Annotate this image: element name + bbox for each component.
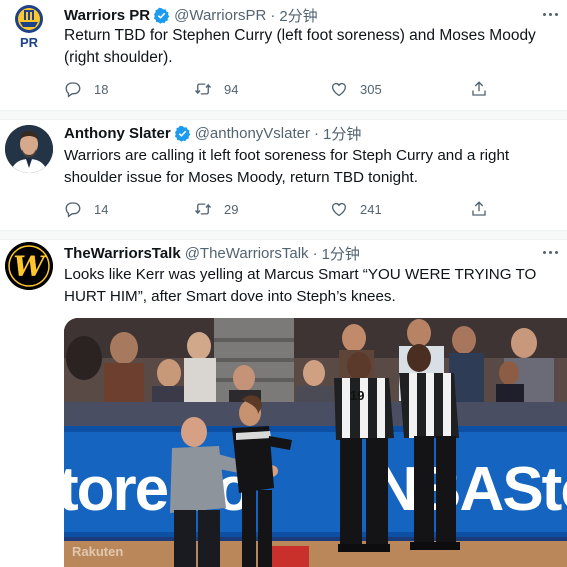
retweet-icon <box>194 203 212 215</box>
retweet-button[interactable]: 29 <box>194 199 238 219</box>
tweet-divider <box>0 230 567 240</box>
referee-jersey-number: 19 <box>350 388 364 403</box>
more-icon[interactable] <box>543 248 561 258</box>
like-count: 241 <box>360 201 382 217</box>
tweet-divider <box>0 110 567 120</box>
more-icon[interactable] <box>543 10 561 20</box>
dot-separator: · <box>270 6 276 24</box>
author-handle[interactable]: @TheWarriorsTalk <box>185 245 309 262</box>
person-avatar-icon <box>5 125 53 173</box>
reply-count: 18 <box>94 81 109 97</box>
avatar-anthony-slater[interactable] <box>5 125 53 173</box>
dot-separator: · <box>312 244 318 262</box>
tweet-text: Looks like Kerr was yelling at Marcus Sm… <box>64 266 537 305</box>
reply-count: 14 <box>94 201 109 217</box>
dot-separator: · <box>313 124 319 142</box>
like-button[interactable]: 241 <box>330 199 382 219</box>
tweet-anthony-slater[interactable]: Anthony Slater @anthonyVslater · 1分钟 War… <box>0 120 567 230</box>
author-handle[interactable]: @anthonyVslater <box>195 125 310 142</box>
author-name[interactable]: Warriors PR <box>64 7 150 24</box>
tweet-time[interactable]: 1分钟 <box>322 243 360 264</box>
avatar-w-label: W <box>13 250 45 283</box>
avatar-thewarriorstalk[interactable]: W <box>5 242 53 290</box>
like-count: 305 <box>360 81 382 97</box>
like-icon <box>331 82 347 97</box>
author-name[interactable]: TheWarriorsTalk <box>64 245 181 262</box>
reply-icon <box>65 202 81 218</box>
tweet-media-image[interactable]: tore.co NBAStore. Rakuten 19 <box>64 318 567 567</box>
banner-right-text: NBAStore. <box>374 455 567 524</box>
author-name[interactable]: Anthony Slater <box>64 125 171 142</box>
reply-button[interactable]: 14 <box>64 199 108 219</box>
like-button[interactable]: 305 <box>330 79 382 99</box>
avatar-pr-label: PR <box>19 35 39 50</box>
tweet-text: Return TBD for Stephen Curry (left foot … <box>64 27 536 66</box>
tweet-time[interactable]: 1分钟 <box>323 123 361 144</box>
avatar-warriors-pr[interactable]: PR <box>5 2 53 50</box>
reply-button[interactable]: 18 <box>64 79 108 99</box>
author-handle[interactable]: @WarriorsPR <box>174 7 266 24</box>
tweet-text: Warriors are calling it left foot sorene… <box>64 147 510 186</box>
tweet-actions: 18 94 305 <box>64 79 504 99</box>
courtside-photo: tore.co NBAStore. Rakuten 19 <box>64 318 567 567</box>
tweet-actions: 14 29 241 <box>64 199 504 219</box>
retweet-count: 29 <box>224 201 239 217</box>
reply-icon <box>65 82 81 98</box>
retweet-count: 94 <box>224 81 239 97</box>
retweet-button[interactable]: 94 <box>194 79 238 99</box>
court-sponsor-text: Rakuten <box>72 544 123 559</box>
share-icon <box>472 201 486 216</box>
tweet-warriors-pr[interactable]: PR Warriors PR @WarriorsPR · 2分钟 Return … <box>0 0 567 110</box>
share-button[interactable] <box>470 199 488 219</box>
like-icon <box>331 202 347 217</box>
retweet-icon <box>194 83 212 95</box>
verified-badge-icon <box>154 7 170 24</box>
share-icon <box>472 81 486 96</box>
tweet-time[interactable]: 2分钟 <box>279 5 317 26</box>
verified-badge-icon <box>174 125 190 142</box>
share-button[interactable] <box>470 79 488 99</box>
